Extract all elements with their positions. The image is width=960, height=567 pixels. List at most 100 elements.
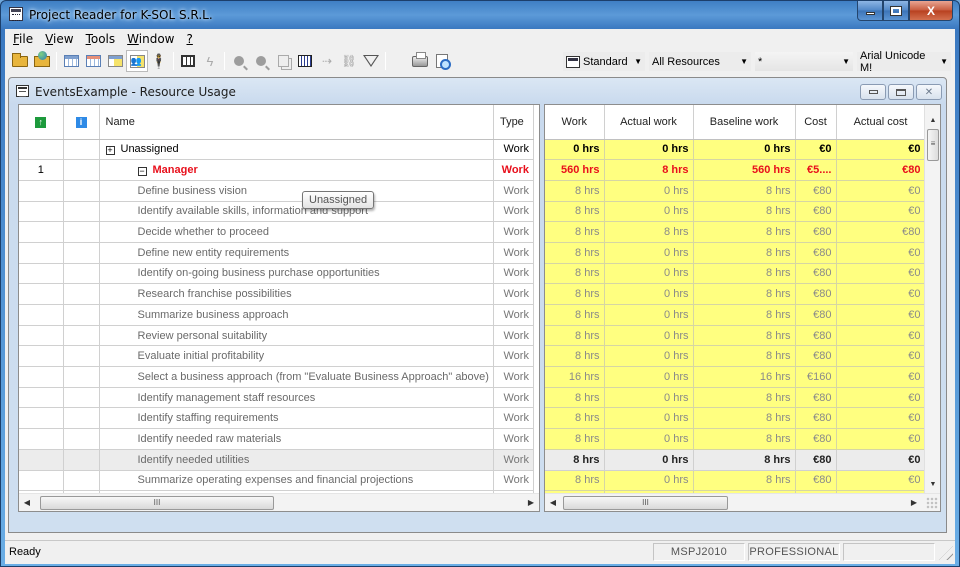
filter-button[interactable] xyxy=(360,50,382,72)
cost-cell[interactable]: €80 xyxy=(795,201,837,223)
row-id-cell[interactable] xyxy=(19,221,64,243)
cost-cell[interactable]: €80 xyxy=(795,304,837,326)
type-cell[interactable]: Work xyxy=(493,407,534,430)
indicator-cell[interactable] xyxy=(63,428,100,450)
menu-tools[interactable]: Tools xyxy=(82,32,124,46)
type-cell[interactable]: Work xyxy=(493,263,534,285)
type-cell[interactable]: Work xyxy=(493,180,534,202)
cost-cell[interactable]: €80 xyxy=(795,325,837,347)
work-cell[interactable]: 8 hrs xyxy=(545,263,605,285)
indicator-cell[interactable] xyxy=(63,304,100,326)
table-row[interactable]: 8 hrs 0 hrs 8 hrs €80 €0 xyxy=(545,263,926,285)
name-cell[interactable]: Define new entity requirements xyxy=(99,242,494,264)
menu-file[interactable]: File xyxy=(9,32,41,46)
actual-cost-cell[interactable]: €0 xyxy=(836,407,926,430)
type-cell[interactable]: Work xyxy=(493,159,534,181)
table-row[interactable]: Identify needed raw materials Work xyxy=(19,428,534,450)
actual-work-cell[interactable]: 0 hrs xyxy=(604,283,694,305)
row-id-cell[interactable] xyxy=(19,345,64,368)
document-close-button[interactable]: ✕ xyxy=(916,84,942,100)
type-cell[interactable]: Work xyxy=(493,449,534,471)
work-cell[interactable]: 8 hrs xyxy=(545,180,605,202)
row-id-cell[interactable] xyxy=(19,428,64,450)
actual-cost-cell[interactable]: €0 xyxy=(836,139,926,161)
name-cell[interactable]: Research franchise possibilities xyxy=(99,283,494,305)
work-cell[interactable]: 560 hrs xyxy=(545,159,605,181)
table-row[interactable]: Select a business approach (from "Evalua… xyxy=(19,366,534,388)
type-cell[interactable]: Work xyxy=(493,345,534,368)
table-row[interactable]: 8 hrs 0 hrs 8 hrs €80 €0 xyxy=(545,407,926,430)
gantt-view-button[interactable] xyxy=(60,50,82,72)
name-cell[interactable]: Decide whether to proceed xyxy=(99,221,494,243)
cost-cell[interactable]: €80 xyxy=(795,387,837,409)
type-column-header[interactable]: Type xyxy=(493,105,534,140)
critical-path-button[interactable]: ϟ xyxy=(199,50,221,72)
actual-cost-cell[interactable]: €0 xyxy=(836,180,926,202)
window-resize-grip-icon[interactable] xyxy=(939,546,953,560)
row-id-cell[interactable] xyxy=(19,263,64,285)
cost-cell[interactable]: €80 xyxy=(795,180,837,202)
table-row[interactable]: Review personal suitability Work xyxy=(19,325,534,347)
table-row[interactable]: 8 hrs 0 hrs 8 hrs €80 €0 xyxy=(545,428,926,450)
actual-cost-column-header[interactable]: Actual cost xyxy=(836,105,926,140)
work-cell[interactable]: 8 hrs xyxy=(545,387,605,409)
filter-dropdown[interactable]: All Resources ▼ xyxy=(649,52,751,71)
print-preview-button[interactable] xyxy=(431,50,453,72)
actual-work-cell[interactable]: 0 hrs xyxy=(604,407,694,430)
indicator-info-column-header[interactable]: i xyxy=(63,105,100,140)
work-column-header[interactable]: Work xyxy=(545,105,605,140)
actual-work-cell[interactable]: 0 hrs xyxy=(604,201,694,223)
table-row[interactable]: 1 − Manager Work xyxy=(19,159,534,181)
actual-cost-cell[interactable]: €0 xyxy=(836,283,926,305)
app-icon[interactable] xyxy=(9,7,23,21)
type-cell[interactable]: Work xyxy=(493,283,534,305)
row-id-cell[interactable] xyxy=(19,180,64,202)
cost-cell[interactable]: €80 xyxy=(795,221,837,243)
table-row[interactable]: Identify available skills, information a… xyxy=(19,201,534,223)
actual-work-cell[interactable]: 8 hrs xyxy=(604,159,694,181)
work-cell[interactable]: 0 hrs xyxy=(545,139,605,161)
baseline-work-cell[interactable]: 8 hrs xyxy=(693,221,796,243)
type-cell[interactable]: Work xyxy=(493,139,534,161)
table-row[interactable]: 8 hrs 0 hrs 8 hrs €80 €0 xyxy=(545,242,926,264)
actual-work-cell[interactable]: 0 hrs xyxy=(604,449,694,471)
name-cell[interactable]: Summarize business approach xyxy=(99,304,494,326)
indicator-cell[interactable] xyxy=(63,407,100,430)
find-button[interactable]: ⛓ xyxy=(338,50,360,72)
actual-cost-cell[interactable]: €0 xyxy=(836,470,926,492)
indicator-cell[interactable] xyxy=(63,263,100,285)
table-row[interactable]: Identify needed utilities Work xyxy=(19,449,534,471)
type-cell[interactable]: Work xyxy=(493,325,534,347)
actual-cost-cell[interactable]: €0 xyxy=(836,242,926,264)
actual-cost-cell[interactable]: €0 xyxy=(836,387,926,409)
cost-cell[interactable]: €80 xyxy=(795,470,837,492)
copy-button[interactable] xyxy=(272,50,294,72)
baseline-work-cell[interactable]: 8 hrs xyxy=(693,449,796,471)
baseline-work-cell[interactable]: 8 hrs xyxy=(693,242,796,264)
actual-work-column-header[interactable]: Actual work xyxy=(604,105,694,140)
name-cell[interactable]: Select a business approach (from "Evalua… xyxy=(99,366,494,388)
baseline-work-cell[interactable]: 8 hrs xyxy=(693,428,796,450)
resize-grip-icon[interactable] xyxy=(926,497,938,509)
row-id-cell[interactable] xyxy=(19,283,64,305)
table-row[interactable]: 8 hrs 0 hrs 8 hrs €80 €0 xyxy=(545,304,926,326)
cost-cell[interactable]: €80 xyxy=(795,345,837,368)
actual-work-cell[interactable]: 0 hrs xyxy=(604,366,694,388)
work-cell[interactable]: 8 hrs xyxy=(545,449,605,471)
tracking-gantt-view-button[interactable] xyxy=(82,50,104,72)
actual-cost-cell[interactable]: €80 xyxy=(836,221,926,243)
work-cell[interactable]: 8 hrs xyxy=(545,345,605,368)
indicator-cell[interactable] xyxy=(63,449,100,471)
name-cell[interactable]: Summarize operating expenses and financi… xyxy=(99,470,494,492)
scroll-left-icon[interactable]: ◀ xyxy=(545,494,561,511)
baseline-work-cell[interactable]: 8 hrs xyxy=(693,470,796,492)
indicator-add-column-header[interactable]: ↑ xyxy=(19,105,64,140)
baseline-work-cell[interactable]: 8 hrs xyxy=(693,304,796,326)
baseline-work-cell[interactable]: 560 hrs xyxy=(693,159,796,181)
cost-cell[interactable]: €80 xyxy=(795,449,837,471)
collapse-icon[interactable]: − xyxy=(137,167,147,177)
row-id-cell[interactable] xyxy=(19,387,64,409)
table-row[interactable]: 8 hrs 0 hrs 8 hrs €80 €0 xyxy=(545,470,926,492)
indicator-cell[interactable] xyxy=(63,283,100,305)
row-id-cell[interactable] xyxy=(19,242,64,264)
